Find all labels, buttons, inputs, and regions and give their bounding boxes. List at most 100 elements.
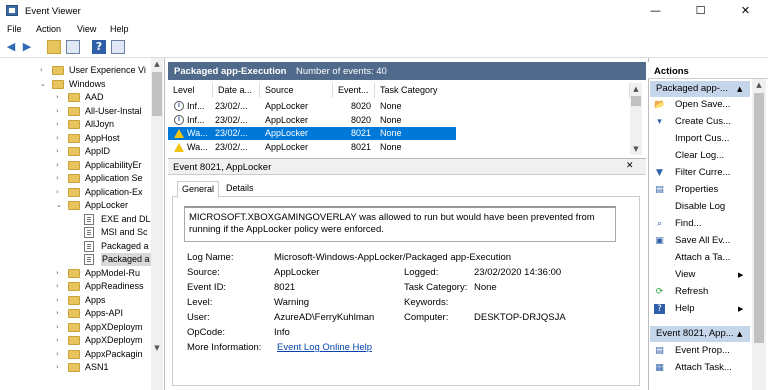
actions-scroll-thumb[interactable] [754,93,764,343]
forward-icon[interactable]: ▶ [20,40,34,54]
tree-item[interactable]: › AppReadiness [0,280,150,293]
expand-arrow-icon[interactable]: › [56,159,64,172]
event-row[interactable]: Wa... 23/02/... AppLocker 8021 None [168,127,456,140]
action-item[interactable]: ⟳ Refresh [654,284,750,300]
action-item[interactable]: ▣ Save All Ev... [654,233,750,249]
menu-action[interactable]: Action [36,24,61,34]
menu-view[interactable]: View [77,24,96,34]
action-item[interactable]: ▤ Event Prop... [654,343,750,359]
expand-arrow-icon[interactable]: › [56,307,64,320]
tree-scroll-thumb[interactable] [152,72,162,116]
expand-arrow-icon[interactable]: › [56,118,64,131]
tree-item[interactable]: › ASN1 [0,361,150,374]
tree-item[interactable]: › AppModel-Ru [0,267,150,280]
action-item[interactable]: 📂 Open Save... [654,97,750,113]
action-item[interactable]: ▤ Properties [654,182,750,198]
tree-item[interactable]: › AppxPackagin [0,348,150,361]
tab-details[interactable]: Details [222,181,258,197]
tree-item[interactable]: Packaged a [0,240,150,253]
action-item[interactable]: ▾ Create Cus... [654,114,750,130]
expand-arrow-icon[interactable]: › [40,64,48,77]
scroll-up-icon[interactable]: ▲ [151,58,163,70]
expand-arrow-icon[interactable]: › [56,361,64,374]
minimize-button[interactable]: — [633,0,678,22]
tree-item[interactable]: › AppXDeploym [0,334,150,347]
tree-item[interactable]: ⌄ AppLocker [0,199,150,212]
expand-arrow-icon[interactable]: › [56,267,64,280]
menu-file[interactable]: File [7,24,22,34]
close-button[interactable]: ✕ [723,0,768,22]
tree-item[interactable]: › AppID [0,145,150,158]
expand-arrow-icon[interactable]: › [56,348,64,361]
tree-item[interactable]: › AppXDeploym [0,321,150,334]
expand-arrow-icon[interactable]: › [56,132,64,145]
scroll-up-icon[interactable]: ▲ [753,79,765,91]
action-item[interactable]: Disable Log [654,199,750,215]
actions-section-event[interactable]: Event 8021, App... ▲ [650,326,750,342]
actions-section-log[interactable]: Packaged app-... ▲ [650,81,750,97]
collapse-icon[interactable]: ▲ [737,81,742,97]
tree-item[interactable]: › Application Se [0,172,150,185]
column-source[interactable]: Source [260,83,333,98]
tree-scrollbar[interactable]: ▲ ▼ [151,58,163,390]
show-hide-action-pane-icon[interactable] [111,40,125,54]
back-icon[interactable]: ◀ [4,40,18,54]
close-detail-icon[interactable]: ✕ [626,161,634,171]
expand-arrow-icon[interactable]: › [56,145,64,158]
column-event-id[interactable]: Event... [333,83,375,98]
expand-arrow-icon[interactable]: › [56,321,64,334]
column-date[interactable]: Date a... [213,83,260,98]
event-row[interactable]: Wa... 23/02/... AppLocker 8021 None [168,141,630,154]
action-item[interactable]: ? Help ▶ [654,301,750,317]
collapse-icon[interactable]: ▲ [737,326,742,342]
action-item[interactable]: ▦ Attach Task... [654,360,750,376]
tree-item[interactable]: › User Experience Vi [0,64,150,77]
tree-item[interactable]: › AppHost [0,132,150,145]
column-level[interactable]: Level [168,83,213,98]
action-item[interactable]: Attach a Ta... [654,250,750,266]
expand-arrow-icon[interactable]: › [56,280,64,293]
expand-arrow-icon[interactable]: › [56,294,64,307]
event-list-scrollbar[interactable]: ▲ ▼ [630,83,642,155]
scroll-down-icon[interactable]: ▼ [151,342,163,354]
tree-item[interactable]: › Apps [0,294,150,307]
help-icon[interactable]: ? [92,40,106,54]
expand-arrow-icon[interactable]: › [56,186,64,199]
menu-help[interactable]: Help [110,24,129,34]
column-task-category[interactable]: Task Category [375,83,630,98]
tree-item[interactable]: Packaged a [0,253,151,266]
event-log-online-help-link[interactable]: Event Log Online Help [277,342,372,353]
tree-item-label: AppID [85,146,111,156]
expand-arrow-icon[interactable]: › [56,172,64,185]
collapse-arrow-icon[interactable]: ⌄ [40,78,48,91]
show-hide-tree-icon[interactable] [66,40,80,54]
tree-item[interactable]: › Apps-API [0,307,150,320]
actions-scrollbar[interactable]: ▲ [752,79,766,390]
tree-item[interactable]: › AllJoyn [0,118,150,131]
event-row[interactable]: i Inf... 23/02/... AppLocker 8020 None [168,100,630,113]
scroll-up-icon[interactable]: ▲ [630,83,642,95]
action-item[interactable]: Clear Log... [654,148,750,164]
tree-item[interactable]: MSI and Sc [0,226,150,239]
tree-item[interactable]: EXE and DL [0,213,151,226]
maximize-button[interactable]: ☐ [678,0,723,22]
tree-item[interactable]: › ApplicabilityEr [0,159,150,172]
action-item[interactable]: ⌕ Find... [654,216,750,232]
collapse-arrow-icon[interactable]: ⌄ [56,199,64,212]
expand-arrow-icon[interactable]: › [56,91,64,104]
tab-general[interactable]: General [177,181,220,198]
tree-item[interactable]: › AAD [0,91,150,104]
event-description[interactable]: MICROSOFT.XBOXGAMINGOVERLAY was allowed … [184,206,616,242]
event-row[interactable]: i Inf... 23/02/... AppLocker 8020 None [168,114,630,127]
tree-item[interactable]: › All-User-Instal [0,105,150,118]
action-item[interactable]: View ▶ [654,267,750,283]
scroll-down-icon[interactable]: ▼ [630,143,642,155]
expand-arrow-icon[interactable]: › [56,334,64,347]
tree-item[interactable]: › Application-Ex [0,186,150,199]
tree-item[interactable]: ⌄ Windows [0,78,150,91]
action-item[interactable]: Import Cus... [654,131,750,147]
expand-arrow-icon[interactable]: › [56,105,64,118]
up-folder-icon[interactable] [47,40,61,54]
action-item[interactable]: ▼ Filter Curre... [654,165,750,181]
list-scroll-thumb[interactable] [631,96,641,106]
